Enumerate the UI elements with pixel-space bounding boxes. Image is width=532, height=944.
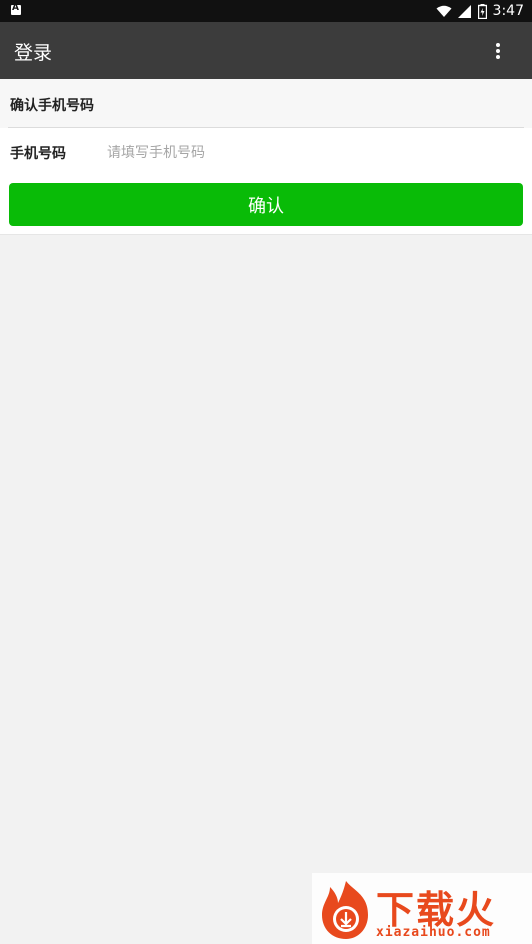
phone-row: 手机号码 <box>0 128 532 177</box>
app-bar: 登录 <box>0 22 532 79</box>
signal-icon <box>457 4 471 18</box>
overflow-menu-icon[interactable] <box>488 41 508 61</box>
status-bar: 3:47 <box>0 0 532 22</box>
watermark: 下载火 xiazaihuo.com <box>312 873 532 944</box>
status-time: 3:47 <box>492 3 524 19</box>
menu-dot <box>496 49 500 53</box>
watermark-url-text: xiazaihuo.com <box>376 925 491 940</box>
page-title: 登录 <box>14 42 53 64</box>
notification-icon <box>11 3 21 15</box>
flame-logo-icon <box>322 881 368 939</box>
section-title: 确认手机号码 <box>10 98 94 114</box>
confirm-button[interactable]: 确认 <box>9 183 523 226</box>
battery-icon <box>477 3 487 19</box>
phone-input[interactable] <box>100 138 520 168</box>
section-header: 确认手机号码 <box>0 79 532 128</box>
wifi-icon <box>436 5 452 17</box>
button-area: 确认 <box>0 177 532 235</box>
menu-dot <box>496 43 500 47</box>
menu-dot <box>496 55 500 59</box>
phone-label: 手机号码 <box>10 146 66 162</box>
status-right: 3:47 <box>436 2 524 20</box>
